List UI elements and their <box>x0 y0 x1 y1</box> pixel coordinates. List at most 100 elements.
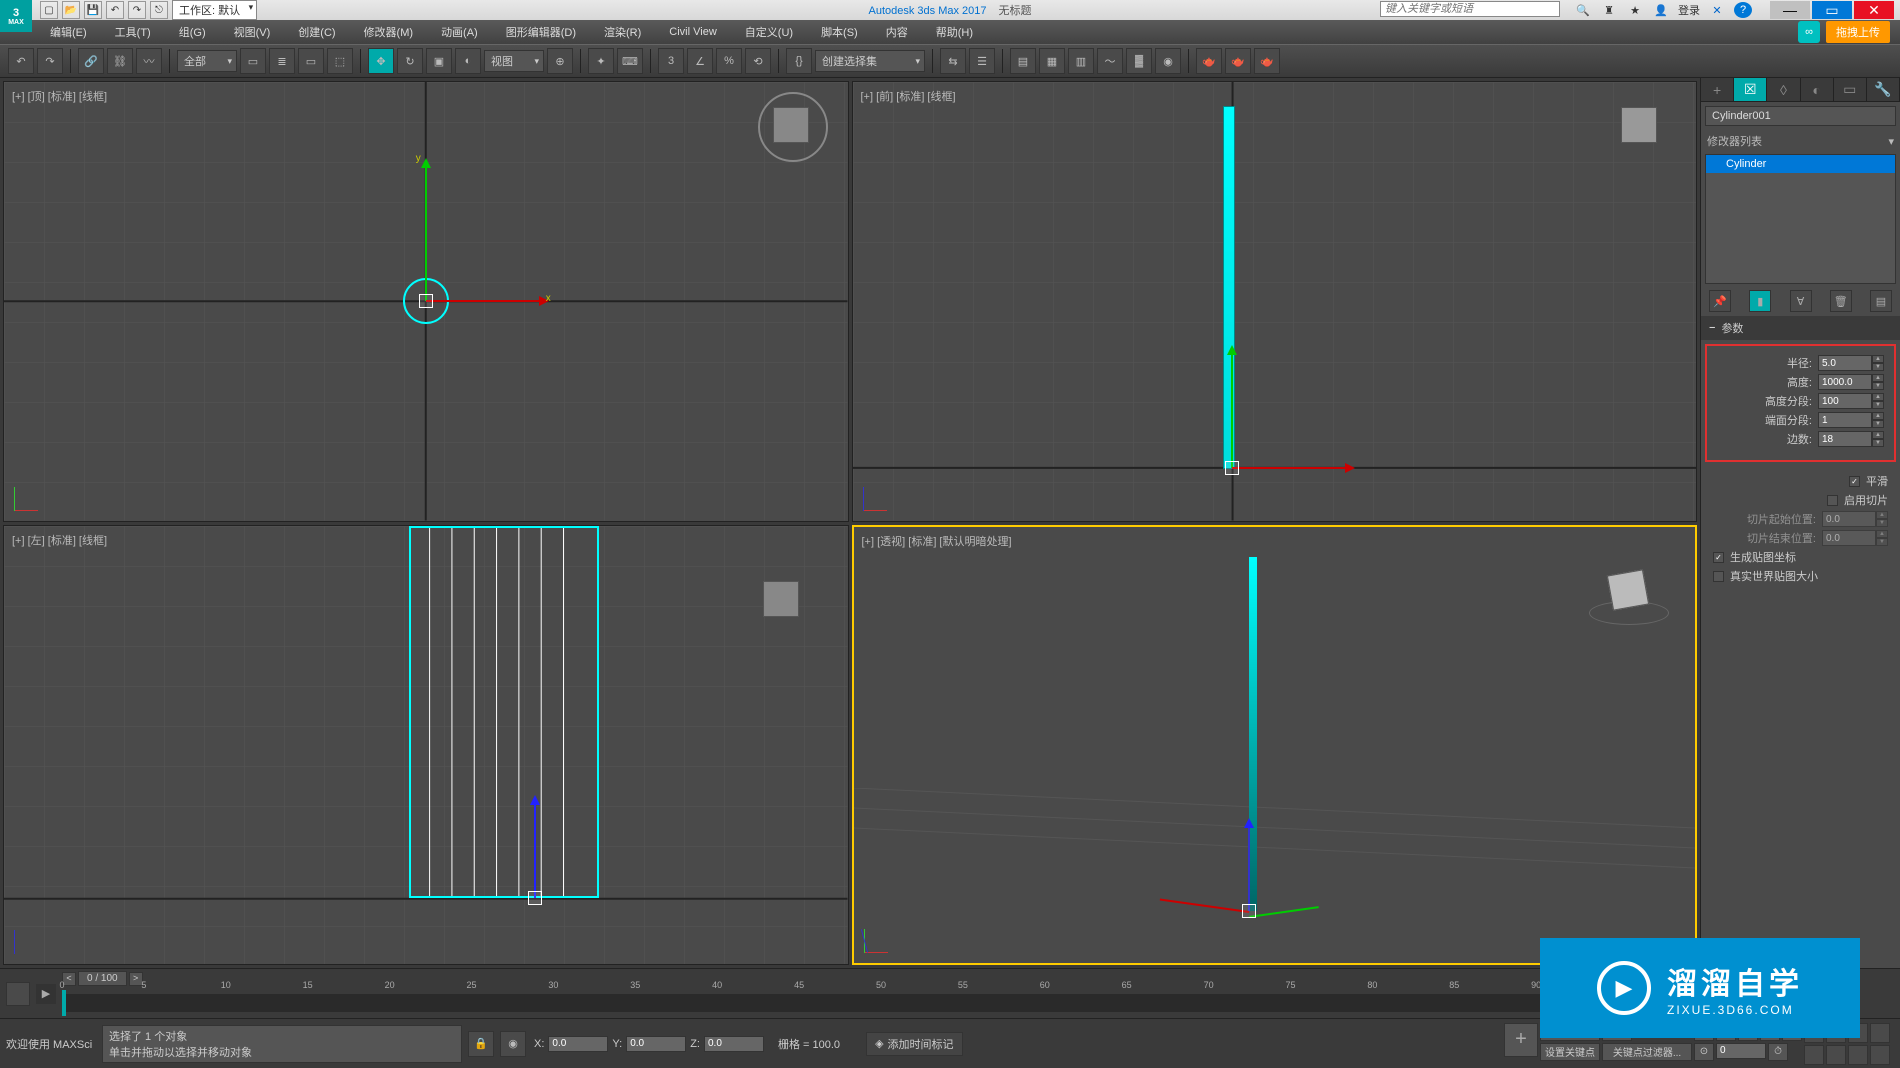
minimize-button[interactable]: — <box>1770 1 1810 19</box>
render-setup-button[interactable]: 🫖 <box>1196 48 1222 74</box>
gen-uv-checkbox[interactable] <box>1713 552 1724 563</box>
timeline-track[interactable] <box>62 994 1700 1012</box>
subscription-icon[interactable]: ♜ <box>1600 2 1618 18</box>
ref-coord-dropdown[interactable]: 视图 <box>484 50 544 72</box>
parameters-rollout-header[interactable]: 参数 <box>1701 316 1900 340</box>
smooth-checkbox[interactable] <box>1849 476 1860 487</box>
link-icon[interactable]: ⎋ <box>150 1 168 19</box>
undo-icon[interactable]: ↶ <box>106 1 124 19</box>
angle-snap-button[interactable]: ∠ <box>687 48 713 74</box>
maxscript-prompt[interactable]: 欢迎使用 MAXSci <box>6 1036 96 1052</box>
search-input[interactable] <box>1380 1 1560 17</box>
zoom-extents-all-button[interactable] <box>1870 1023 1890 1043</box>
snap-toggle-button[interactable]: 3 <box>658 48 684 74</box>
viewcube[interactable] <box>1606 92 1676 162</box>
save-icon[interactable]: 💾 <box>84 1 102 19</box>
viewcube[interactable] <box>1595 557 1665 627</box>
percent-snap-button[interactable]: % <box>716 48 742 74</box>
modifier-list-dropdown[interactable]: 修改器列表▾ <box>1701 130 1900 152</box>
scale-button[interactable]: ▣ <box>426 48 452 74</box>
menu-edit[interactable]: 编辑(E) <box>40 20 97 44</box>
favorites-icon[interactable]: ★ <box>1626 2 1644 18</box>
timeline-cursor[interactable] <box>62 990 66 1016</box>
zoom-extents-button[interactable] <box>1848 1023 1868 1043</box>
menu-group[interactable]: 组(G) <box>169 20 216 44</box>
dope-sheet-button[interactable]: ▓ <box>1126 48 1152 74</box>
infocenter-icon[interactable]: 🔍 <box>1574 2 1592 18</box>
create-tab[interactable]: + <box>1701 78 1734 101</box>
named-sel-edit-button[interactable]: {} <box>786 48 812 74</box>
make-unique-icon[interactable]: ∀ <box>1790 290 1812 312</box>
hierarchy-tab[interactable]: ◊ <box>1767 78 1800 101</box>
menu-maxscript[interactable]: 脚本(S) <box>811 20 868 44</box>
window-crossing-button[interactable]: ⬚ <box>327 48 353 74</box>
menu-tools[interactable]: 工具(T) <box>105 20 161 44</box>
menu-customize[interactable]: 自定义(U) <box>735 20 803 44</box>
viewcube[interactable] <box>758 92 828 162</box>
spinner-snap-button[interactable]: ⟲ <box>745 48 771 74</box>
motion-tab[interactable]: ◐ <box>1801 78 1834 101</box>
layer-explorer-button[interactable]: ▤ <box>1010 48 1036 74</box>
selection-filter-dropdown[interactable]: 全部 <box>177 50 237 72</box>
display-tab[interactable]: ▭ <box>1834 78 1867 101</box>
x-input[interactable] <box>548 1036 608 1052</box>
pin-stack-icon[interactable]: 📌 <box>1709 290 1731 312</box>
curve-editor-button[interactable]: 〜 <box>1097 48 1123 74</box>
exchange-icon[interactable]: ✕ <box>1708 2 1726 18</box>
menu-content[interactable]: 内容 <box>876 20 918 44</box>
next-frame-button[interactable]: ▶ <box>1760 1023 1780 1041</box>
schematic-view-button[interactable]: ▦ <box>1039 48 1065 74</box>
viewport-left[interactable]: [+] [左] [标准] [线框] <box>3 525 849 966</box>
select-object-button[interactable]: ▭ <box>240 48 266 74</box>
configure-sets-icon[interactable]: ▤ <box>1870 290 1892 312</box>
key-mode-button[interactable]: ⊙ <box>1694 1043 1714 1061</box>
isolate-selection-icon[interactable]: ◉ <box>500 1031 526 1057</box>
height-segs-spinner[interactable]: ▲▼ <box>1818 393 1884 409</box>
viewport-front[interactable]: [+] [前] [标准] [线框] <box>852 81 1698 522</box>
viewport-label[interactable]: [+] [前] [标准] [线框] <box>861 88 956 104</box>
max-toggle-button[interactable] <box>1870 1045 1890 1065</box>
selection-dropdown[interactable]: 选... <box>1602 1023 1632 1041</box>
real-world-checkbox[interactable] <box>1713 571 1724 582</box>
workspace-dropdown[interactable]: 工作区: 默认 <box>172 0 257 20</box>
slice-on-checkbox[interactable] <box>1827 495 1838 506</box>
close-button[interactable]: ✕ <box>1854 1 1894 19</box>
viewport-perspective[interactable]: [+] [透视] [标准] [默认明暗处理] <box>852 525 1698 966</box>
time-config-button[interactable]: ⏱ <box>1768 1043 1788 1061</box>
fov-button[interactable] <box>1804 1045 1824 1065</box>
upload-badge[interactable]: 拖拽上传 <box>1826 21 1890 43</box>
z-input[interactable] <box>704 1036 764 1052</box>
menu-modifiers[interactable]: 修改器(M) <box>354 20 424 44</box>
play-button[interactable]: ▶ <box>1738 1023 1758 1041</box>
redo-icon[interactable]: ↷ <box>128 1 146 19</box>
signin-label[interactable]: 登录 <box>1678 2 1700 18</box>
lock-selection-icon[interactable]: 🔒 <box>468 1031 494 1057</box>
zoom-button[interactable] <box>1804 1023 1824 1043</box>
menu-grapheditors[interactable]: 图形编辑器(D) <box>496 20 586 44</box>
render-button[interactable]: 🫖 <box>1254 48 1280 74</box>
key-filters-button[interactable]: 关键点过滤器... <box>1602 1043 1692 1061</box>
maximize-button[interactable]: ▭ <box>1812 1 1852 19</box>
goto-end-button[interactable]: ⏭ <box>1782 1023 1802 1041</box>
modifier-item[interactable]: Cylinder <box>1706 155 1895 173</box>
manipulate-button[interactable]: ✦ <box>588 48 614 74</box>
material-editor-button[interactable]: ◉ <box>1155 48 1181 74</box>
move-button[interactable]: ✥ <box>368 48 394 74</box>
link-button[interactable]: 🔗 <box>78 48 104 74</box>
render-frame-button[interactable]: 🫖 <box>1225 48 1251 74</box>
menu-rendering[interactable]: 渲染(R) <box>594 20 651 44</box>
align-button[interactable]: ☰ <box>969 48 995 74</box>
utilities-tab[interactable]: 🔧 <box>1867 78 1900 101</box>
named-selection-dropdown[interactable]: 创建选择集 <box>815 50 925 72</box>
prev-frame-button[interactable]: ◀ <box>1716 1023 1736 1041</box>
y-input[interactable] <box>626 1036 686 1052</box>
bind-spacewarp-button[interactable]: 〰 <box>136 48 162 74</box>
keyboard-shortcut-button[interactable]: ⌨ <box>617 48 643 74</box>
viewport-label[interactable]: [+] [透视] [标准] [默认明暗处理] <box>862 533 1012 549</box>
radius-spinner[interactable]: ▲▼ <box>1818 355 1884 371</box>
menu-create[interactable]: 创建(C) <box>288 20 345 44</box>
viewport-label[interactable]: [+] [左] [标准] [线框] <box>12 532 107 548</box>
remove-modifier-icon[interactable]: 🗑 <box>1830 290 1852 312</box>
modifier-stack[interactable]: Cylinder <box>1705 154 1896 284</box>
set-key-mode-button[interactable]: 设置关键点 <box>1540 1043 1600 1061</box>
